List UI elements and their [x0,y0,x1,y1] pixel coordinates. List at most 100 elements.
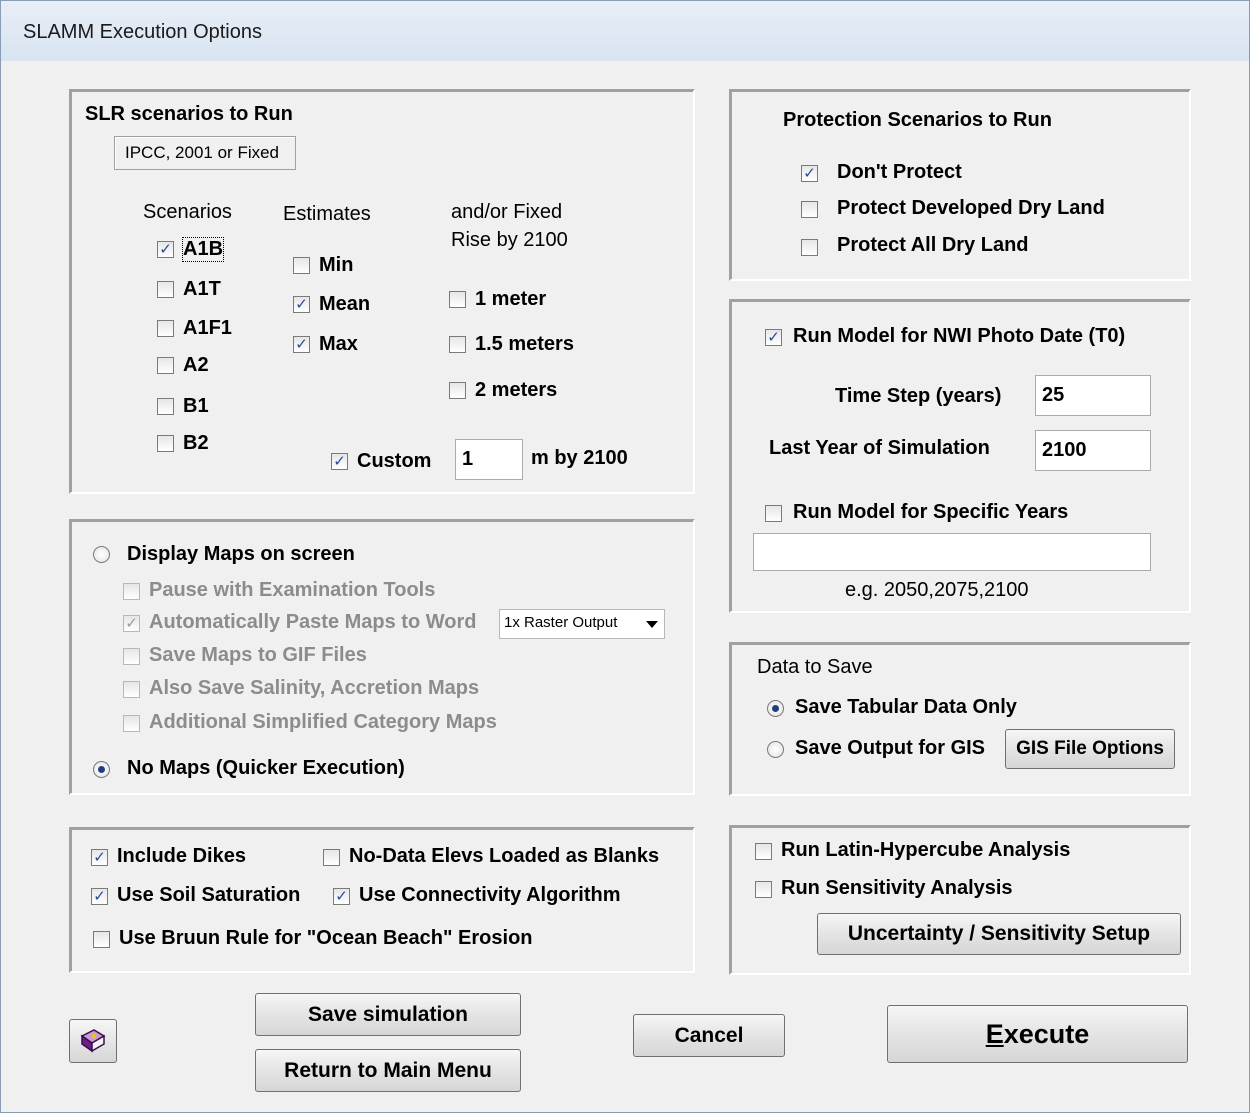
dont-protect-checkbox[interactable]: ✓ [801,165,818,182]
window-title: SLAMM Execution Options [23,21,262,43]
scenario-a1t-checkbox[interactable] [157,281,174,298]
data-to-save-panel: Data to Save Save Tabular Data Only Save… [729,642,1191,796]
pause-examination-label: Pause with Examination Tools [149,579,436,601]
gis-file-options-button[interactable]: GIS File Options [1005,729,1175,769]
fixed-1-5-meters-checkbox[interactable] [449,336,466,353]
estimate-max-checkbox[interactable]: ✓ [293,336,310,353]
sensitivity-label: Run Sensitivity Analysis [781,877,1013,899]
display-maps-label: Display Maps on screen [127,543,355,565]
analysis-panel: Run Latin-Hypercube Analysis Run Sensiti… [729,825,1191,975]
estimate-max-label: Max [319,333,358,355]
chevron-down-icon [646,621,658,628]
save-gif-checkbox[interactable] [123,648,140,665]
help-book-icon [80,1029,106,1053]
pause-examination-checkbox[interactable] [123,583,140,600]
scenario-a2-checkbox[interactable] [157,357,174,374]
fixed-header-line1: and/or Fixed [451,201,563,223]
specific-years-input[interactable] [753,533,1151,571]
slr-panel-title: SLR scenarios to Run [85,103,293,125]
fixed-1-meter-label: 1 meter [475,288,547,310]
no-maps-label: No Maps (Quicker Execution) [127,757,405,779]
scenario-a1f1-label: A1F1 [183,317,232,339]
paste-word-checkbox[interactable]: ✓ [123,615,140,632]
fixed-2-meters-checkbox[interactable] [449,382,466,399]
soil-saturation-label: Use Soil Saturation [117,884,301,906]
time-step-input[interactable]: 25 [1035,375,1151,416]
protect-all-label: Protect All Dry Land [837,234,1029,256]
return-main-menu-button[interactable]: Return to Main Menu [255,1049,521,1092]
fixed-1-5-meters-label: 1.5 meters [475,333,574,355]
simplified-category-label: Additional Simplified Category Maps [149,711,497,733]
data-to-save-title: Data to Save [757,656,873,678]
run-t0-checkbox[interactable]: ✓ [765,329,782,346]
save-simulation-button[interactable]: Save simulation [255,993,521,1036]
slr-source-text: IPCC, 2001 or Fixed [125,143,280,162]
save-gif-label: Save Maps to GIF Files [149,644,367,666]
scenario-a1t-label: A1T [183,278,221,300]
simplified-category-checkbox[interactable] [123,715,140,732]
include-dikes-label: Include Dikes [117,845,246,867]
no-maps-radio[interactable] [93,761,110,778]
paste-word-label: Automatically Paste Maps to Word [149,611,477,633]
slr-scenarios-panel: SLR scenarios to Run IPCC, 2001 or Fixed… [69,89,695,494]
scenario-b1-label: B1 [183,395,209,417]
fixed-2-meters-label: 2 meters [475,379,558,401]
dont-protect-label: Don't Protect [837,161,962,183]
estimates-header: Estimates [283,203,371,225]
scenario-a1b-checkbox[interactable]: ✓ [157,241,174,258]
salinity-accretion-label: Also Save Salinity, Accretion Maps [149,677,480,699]
save-gis-label: Save Output for GIS [795,737,986,759]
bruun-rule-checkbox[interactable] [93,931,110,948]
soil-saturation-checkbox[interactable]: ✓ [91,888,108,905]
sensitivity-checkbox[interactable] [755,881,772,898]
latin-hypercube-checkbox[interactable] [755,843,772,860]
specific-years-checkbox[interactable] [765,505,782,522]
no-data-elevs-checkbox[interactable] [323,849,340,866]
connectivity-label: Use Connectivity Algorithm [359,884,621,906]
scenario-a1f1-checkbox[interactable] [157,320,174,337]
execute-button[interactable]: Execute [887,1005,1188,1063]
display-maps-radio[interactable] [93,546,110,563]
scenario-b1-checkbox[interactable] [157,398,174,415]
estimate-mean-checkbox[interactable]: ✓ [293,296,310,313]
execute-label: xecute [1003,1018,1090,1049]
uncertainty-setup-button[interactable]: Uncertainty / Sensitivity Setup [817,913,1181,955]
slr-source-box: IPCC, 2001 or Fixed [114,136,296,170]
model-flags-panel: ✓ Include Dikes No-Data Elevs Loaded as … [69,827,695,973]
estimate-min-checkbox[interactable] [293,257,310,274]
scenario-b2-checkbox[interactable] [157,435,174,452]
salinity-accretion-checkbox[interactable] [123,681,140,698]
include-dikes-checkbox[interactable]: ✓ [91,849,108,866]
bruun-rule-label: Use Bruun Rule for "Ocean Beach" Erosion [119,927,533,949]
title-bar[interactable]: SLAMM Execution Options [1,1,1249,61]
protect-developed-label: Protect Developed Dry Land [837,197,1105,219]
fixed-1-meter-checkbox[interactable] [449,291,466,308]
scenarios-header: Scenarios [143,201,232,223]
estimate-min-label: Min [319,254,354,276]
custom-rise-input[interactable]: 1 [455,439,523,480]
raster-output-select[interactable]: 1x Raster Output [499,609,665,639]
scenario-a1b-label: A1B [181,237,225,262]
save-tabular-radio[interactable] [767,700,784,717]
scenario-a2-label: A2 [183,354,209,376]
last-year-label: Last Year of Simulation [769,437,990,459]
connectivity-checkbox[interactable]: ✓ [333,888,350,905]
custom-suffix: m by 2100 [531,447,628,469]
custom-label: Custom [357,450,432,472]
specific-years-label: Run Model for Specific Years [793,501,1069,523]
save-gis-radio[interactable] [767,741,784,758]
help-button[interactable] [69,1019,117,1063]
cancel-button[interactable]: Cancel [633,1014,785,1057]
protect-all-checkbox[interactable] [801,239,818,256]
execute-mnemonic: E [985,1018,1004,1049]
last-year-input[interactable]: 2100 [1035,430,1151,471]
custom-checkbox[interactable]: ✓ [331,453,348,470]
estimate-mean-label: Mean [319,293,371,315]
latin-hypercube-label: Run Latin-Hypercube Analysis [781,839,1071,861]
protect-developed-checkbox[interactable] [801,201,818,218]
no-data-elevs-label: No-Data Elevs Loaded as Blanks [349,845,660,867]
time-step-label: Time Step (years) [835,385,1002,407]
specific-years-example: e.g. 2050,2075,2100 [845,579,1029,601]
raster-output-value: 1x Raster Output [504,614,618,631]
protection-panel: Protection Scenarios to Run ✓ Don't Prot… [729,89,1191,281]
